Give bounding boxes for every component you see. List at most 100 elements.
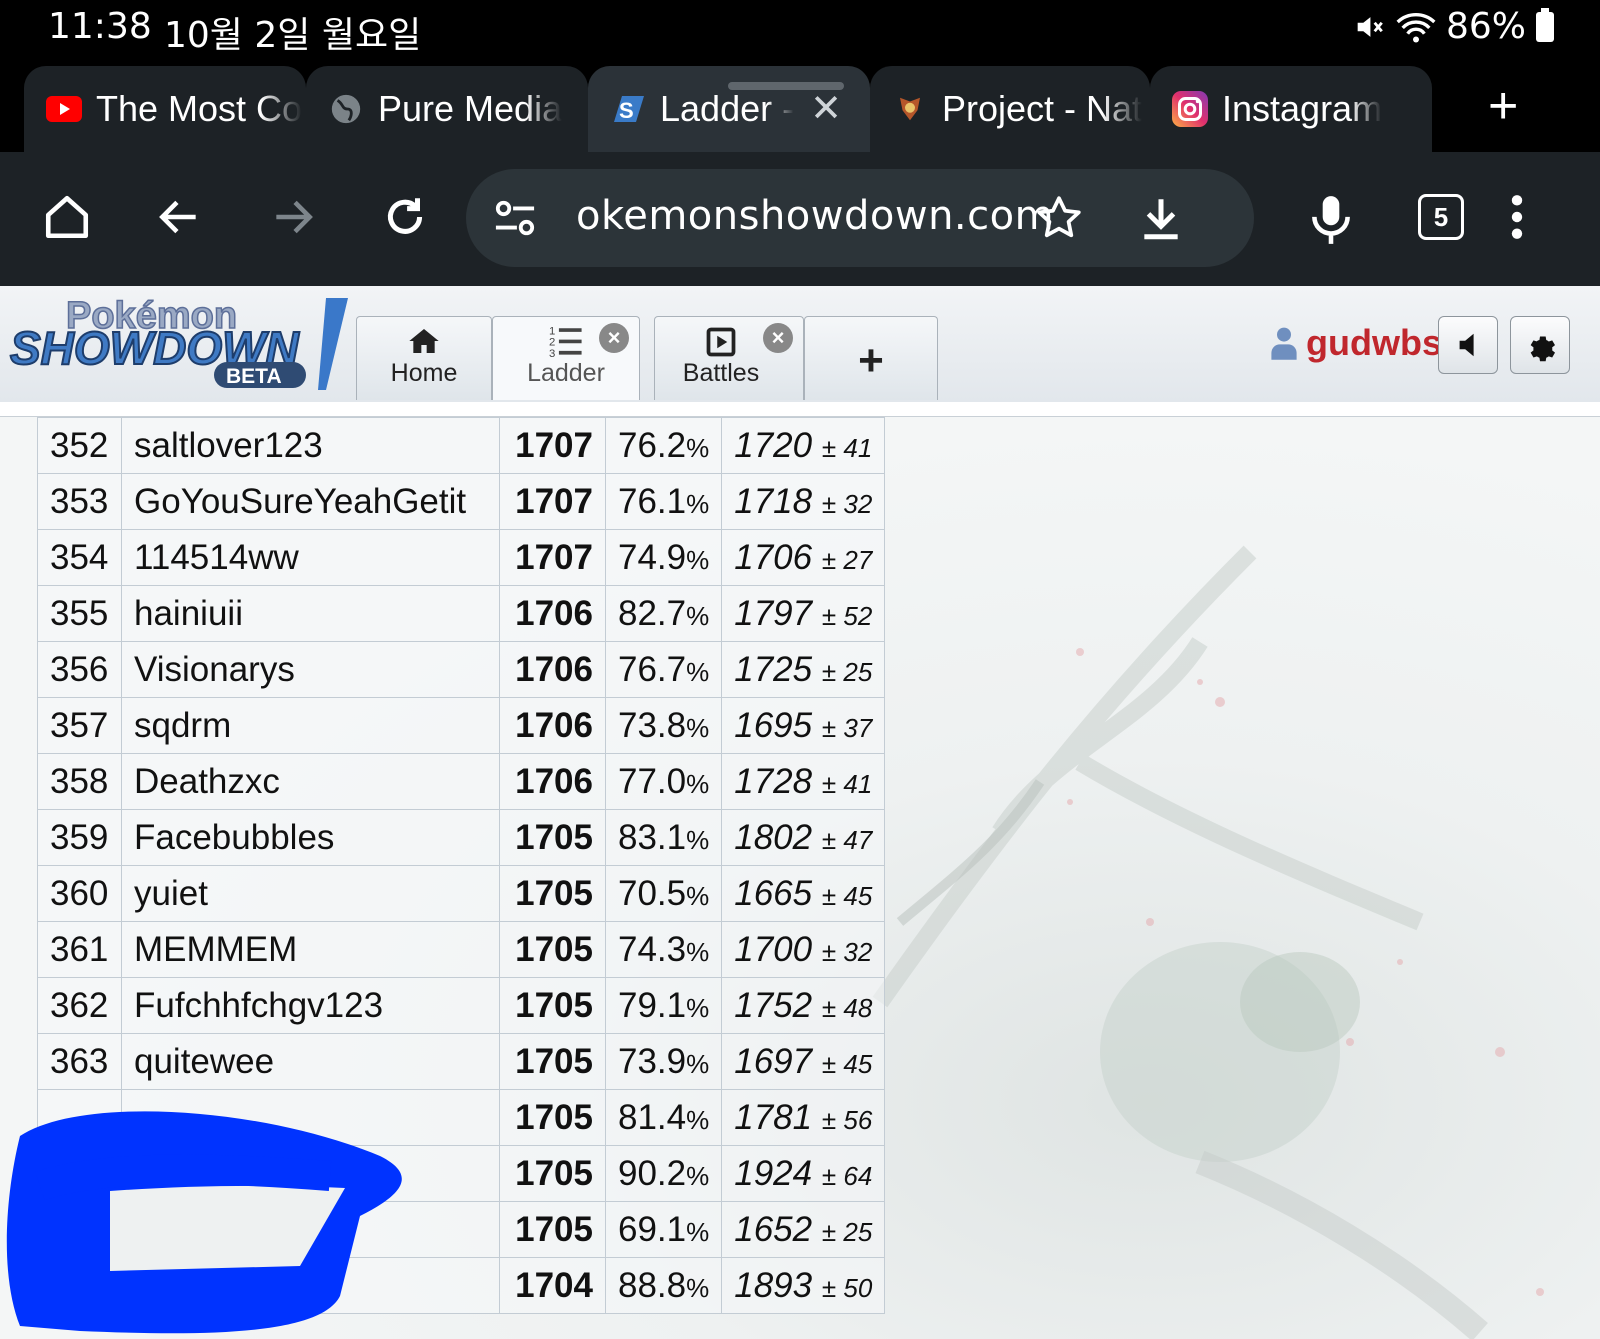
microphone-icon[interactable]: [1306, 192, 1356, 246]
rank-cell: 355: [37, 585, 122, 642]
gxe-cell: 74.9%: [604, 529, 723, 586]
sound-button[interactable]: [1438, 316, 1498, 374]
home-icon[interactable]: [42, 192, 92, 242]
close-ladder-tab-icon[interactable]: ×: [599, 323, 629, 353]
username-cell[interactable]: yuiet: [121, 865, 500, 922]
elo-cell: 1706: [499, 697, 606, 754]
glicko-value: 1725: [734, 649, 813, 689]
gxe-percent-sign: %: [686, 936, 710, 967]
gxe-value: 79.1: [618, 985, 687, 1025]
elo-cell: 1705: [499, 1145, 606, 1202]
username-cell[interactable]: 114514ww: [121, 529, 500, 586]
username-cell[interactable]: GoYouSureYeahGetit: [121, 473, 500, 530]
close-tab-icon[interactable]: ✕: [810, 86, 842, 131]
ps-new-tab-button[interactable]: +: [804, 316, 938, 400]
svg-text:1: 1: [549, 325, 555, 337]
gxe-percent-sign: %: [686, 544, 710, 575]
gxe-percent-sign: %: [686, 824, 710, 855]
ps-tab-ladder-label: Ladder: [527, 359, 605, 387]
gxe-cell: 76.7%: [604, 641, 723, 698]
username-cell[interactable]: Deathzxc: [121, 753, 500, 810]
showdown-logo[interactable]: Pokémon SHOWDOWN BETA: [8, 292, 348, 392]
gxe-value: 73.8: [618, 705, 687, 745]
user-menu[interactable]: gudwbs: [1270, 322, 1442, 364]
glicko-cell: 1695 ± 37: [721, 697, 886, 754]
glicko-cell: 1893 ± 50: [721, 1257, 886, 1314]
showdown-icon: S: [610, 91, 646, 127]
tab-instagram[interactable]: Instagram: [1150, 66, 1432, 152]
username-cell[interactable]: Fufchhfchgv123: [121, 977, 500, 1034]
gxe-cell: 79.1%: [604, 977, 723, 1034]
back-icon[interactable]: [154, 192, 204, 242]
glicko-value: 1697: [734, 1041, 813, 1081]
gxe-percent-sign: %: [686, 992, 710, 1023]
tab-ladder[interactable]: S Ladder - ✕: [588, 66, 870, 152]
globe-icon: [328, 91, 364, 127]
glicko-cell: 1718 ± 32: [721, 473, 886, 530]
tab-title: Ladder -: [660, 88, 795, 129]
ladder-list-icon: 123: [549, 325, 582, 357]
glicko-deviation: ± 45: [821, 880, 873, 911]
glicko-value: 1924: [734, 1153, 813, 1193]
ladder-row: 360 yuiet 1705 70.5% 1665 ± 45: [37, 865, 886, 922]
username-cell[interactable]: MEMMEM: [121, 921, 500, 978]
glicko-cell: 1665 ± 45: [721, 865, 886, 922]
new-tab-button[interactable]: +: [1488, 76, 1518, 136]
tab-pure-media[interactable]: Pure Media: [306, 66, 588, 152]
username: gudwbs: [1306, 322, 1442, 363]
user-icon: [1271, 327, 1297, 360]
username-cell[interactable]: quitewee: [121, 1033, 500, 1090]
site-settings-icon[interactable]: [492, 197, 538, 239]
elo-cell: 1704: [499, 1257, 606, 1314]
ps-new-tab-label: +: [858, 336, 884, 385]
ladder-page[interactable]: 352 saltlover123 1707 76.2% 1720 ± 41 353 GoYo…: [0, 402, 1600, 1339]
glicko-value: 1652: [734, 1209, 813, 1249]
more-menu-icon[interactable]: [1510, 192, 1524, 242]
glicko-cell: 1797 ± 52: [721, 585, 886, 642]
gxe-value: 90.2: [618, 1153, 687, 1193]
gxe-cell: 81.4%: [604, 1089, 723, 1146]
ladder-row: 354 114514ww 1707 74.9% 1706 ± 27: [37, 529, 886, 586]
ps-tab-home-label: Home: [390, 359, 458, 387]
username-cell[interactable]: saltlover123: [121, 417, 500, 474]
download-icon[interactable]: [1136, 193, 1186, 243]
glicko-value: 1706: [734, 537, 813, 577]
gxe-percent-sign: %: [686, 1160, 710, 1191]
elo-cell: 1706: [499, 753, 606, 810]
close-battles-tab-icon[interactable]: ×: [763, 323, 793, 353]
tab-project[interactable]: Project - Nat: [870, 66, 1150, 152]
forward-icon[interactable]: [268, 192, 318, 242]
play-box-icon: [706, 327, 736, 357]
reload-icon[interactable]: [380, 192, 430, 242]
glicko-cell: 1706 ± 27: [721, 529, 886, 586]
username-cell[interactable]: hainiuii: [121, 585, 500, 642]
rank-cell: 360: [37, 865, 122, 922]
volume-icon: [1459, 333, 1474, 357]
username-cell[interactable]: Facebubbles: [121, 809, 500, 866]
address-bar[interactable]: okemonshowdown.com: [466, 169, 1254, 267]
status-time: 11:38: [48, 6, 152, 47]
bookmark-star-icon[interactable]: [1034, 193, 1084, 243]
gxe-value: 74.9: [618, 537, 687, 577]
ps-tab-battles[interactable]: × Battles: [654, 316, 804, 400]
gxe-value: 82.7: [618, 593, 687, 633]
rank-cell: 363: [37, 1033, 122, 1090]
ladder-row: 362 Fufchhfchgv123 1705 79.1% 1752 ± 48: [37, 977, 886, 1034]
rank-cell: 359: [37, 809, 122, 866]
ps-tab-ladder[interactable]: 123 × Ladder: [492, 316, 640, 400]
elo-cell: 1705: [499, 1201, 606, 1258]
elo-cell: 1705: [499, 921, 606, 978]
battery-percent: 86%: [1445, 6, 1526, 47]
tab-youtube[interactable]: The Most Co: [24, 66, 306, 152]
elo-cell: 1705: [499, 977, 606, 1034]
glicko-deviation: ± 50: [821, 1272, 873, 1303]
username-cell[interactable]: sqdrm: [121, 697, 500, 754]
ps-tab-home[interactable]: Home: [356, 316, 492, 400]
settings-button[interactable]: [1510, 316, 1570, 374]
gear-icon: [1530, 336, 1556, 362]
username-cell[interactable]: Visionarys: [121, 641, 500, 698]
elo-cell: 1707: [499, 417, 606, 474]
browser-toolbar: okemonshowdown.com 5: [0, 152, 1600, 286]
gxe-percent-sign: %: [686, 1272, 710, 1303]
tab-switcher-button[interactable]: 5: [1418, 194, 1464, 240]
